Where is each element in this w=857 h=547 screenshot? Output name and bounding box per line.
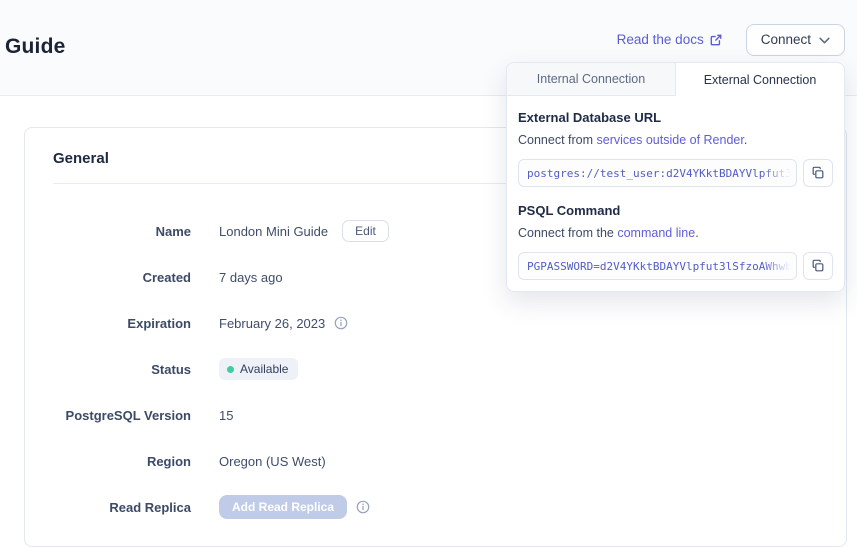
row-postgresql-version-value: 15 [219, 408, 233, 423]
row-region-value: Oregon (US West) [219, 454, 326, 469]
connect-button-label: Connect [761, 32, 811, 47]
edit-name-button[interactable]: Edit [342, 220, 389, 242]
row-read-replica: Read Replica Add Read Replica [53, 494, 818, 520]
info-icon[interactable] [356, 500, 370, 514]
row-region-label: Region [53, 454, 191, 469]
command-line-link[interactable]: command line [617, 226, 695, 240]
page-title: Guide [5, 35, 66, 59]
row-name-label: Name [53, 224, 191, 239]
psql-command-row: PGPASSWORD=d2V4YKktBDAYVlpfut3lSfzoAWhwb… [518, 252, 833, 280]
chevron-down-icon [819, 36, 830, 44]
copy-external-url-button[interactable] [803, 159, 833, 187]
external-database-url-description: Connect from services outside of Render. [518, 133, 833, 147]
description-text: Connect from [518, 133, 597, 147]
description-suffix: . [744, 133, 747, 147]
status-badge: Available [219, 358, 298, 380]
status-badge-label: Available [240, 362, 288, 376]
database-name: London Mini Guide [219, 224, 328, 239]
tab-internal-connection[interactable]: Internal Connection [507, 63, 676, 96]
row-status: Status Available [53, 356, 818, 382]
description-suffix: . [695, 226, 698, 240]
row-read-replica-label: Read Replica [53, 500, 191, 515]
read-the-docs-label: Read the docs [617, 32, 704, 47]
header-actions: Read the docs Connect [617, 23, 845, 56]
psql-command-description: Connect from the command line. [518, 226, 833, 240]
copy-icon [811, 259, 825, 273]
row-expiration-label: Expiration [53, 316, 191, 331]
connection-tabs: Internal Connection External Connection [507, 63, 844, 96]
read-the-docs-link[interactable]: Read the docs [617, 32, 722, 47]
copy-psql-command-button[interactable] [803, 252, 833, 280]
external-connection-panel: External Database URL Connect from servi… [507, 96, 844, 280]
connect-button[interactable]: Connect [746, 24, 845, 56]
copy-icon [811, 166, 825, 180]
row-status-value: Available [219, 358, 298, 380]
psql-command-heading: PSQL Command [518, 203, 833, 218]
external-database-url-heading: External Database URL [518, 110, 833, 125]
external-database-url-row: postgres://test_user:d2V4YKktBDAYVlpfut3… [518, 159, 833, 187]
status-available-dot [227, 366, 234, 373]
row-created-value: 7 days ago [219, 270, 283, 285]
row-expiration: Expiration February 26, 2023 [53, 310, 818, 336]
row-read-replica-value: Add Read Replica [219, 495, 370, 519]
row-postgresql-version-label: PostgreSQL Version [53, 408, 191, 423]
row-created-label: Created [53, 270, 191, 285]
expiration-date: February 26, 2023 [219, 316, 325, 331]
connect-popover: Internal Connection External Connection … [506, 62, 845, 292]
psql-command-value: PGPASSWORD=d2V4YKktBDAYVlpfut3lSfzoAWhwb… [527, 260, 797, 273]
row-expiration-value: February 26, 2023 [219, 316, 348, 331]
description-text: Connect from the [518, 226, 617, 240]
services-outside-render-link[interactable]: services outside of Render [597, 133, 744, 147]
external-database-url-field[interactable]: postgres://test_user:d2V4YKktBDAYVlpfut3… [518, 159, 797, 187]
row-name-value: London Mini Guide Edit [219, 220, 389, 242]
psql-command-field[interactable]: PGPASSWORD=d2V4YKktBDAYVlpfut3lSfzoAWhwb… [518, 252, 797, 280]
external-database-url-value: postgres://test_user:d2V4YKktBDAYVlpfut3… [527, 167, 797, 180]
row-status-label: Status [53, 362, 191, 377]
row-postgresql-version: PostgreSQL Version 15 [53, 402, 818, 428]
add-read-replica-button[interactable]: Add Read Replica [219, 495, 347, 519]
row-region: Region Oregon (US West) [53, 448, 818, 474]
tab-external-connection[interactable]: External Connection [676, 63, 844, 96]
external-link-icon [710, 34, 722, 46]
info-icon[interactable] [334, 316, 348, 330]
